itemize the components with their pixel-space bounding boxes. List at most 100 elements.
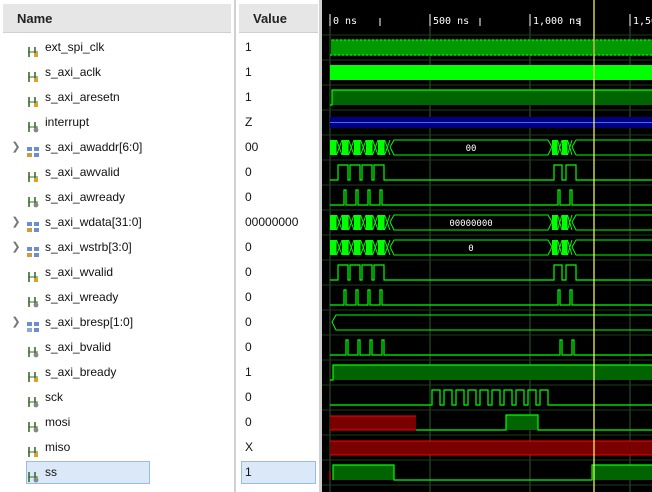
- expand-chevron-icon[interactable]: ❯: [11, 235, 21, 260]
- bus-burst: [378, 140, 385, 155]
- signal-name: mosi: [45, 415, 71, 429]
- bus-transition: [557, 214, 563, 231]
- bus-transition: [567, 239, 573, 256]
- wire-icon: [27, 67, 40, 82]
- signal-row-mosi[interactable]: mosi: [0, 410, 234, 435]
- bus-burst: [366, 215, 373, 230]
- bus-burst: [562, 140, 568, 155]
- bus-burst: [366, 240, 373, 255]
- signal-row-s_axi_awaddr[interactable]: ❯ s_axi_awaddr[6:0]: [0, 135, 234, 160]
- bus-burst: [354, 215, 361, 230]
- signal-value-row[interactable]: 0: [236, 260, 319, 285]
- signal-row-s_axi_wvalid[interactable]: s_axi_wvalid: [0, 260, 234, 285]
- signal-value-row[interactable]: 1: [236, 60, 319, 85]
- bus-segment: [571, 139, 652, 156]
- waveform-trace: [330, 389, 652, 406]
- signal-value: Z: [245, 115, 253, 129]
- signal-value-row[interactable]: 0: [236, 235, 319, 260]
- bus-icon: [27, 242, 40, 257]
- fast-clock-band: [330, 65, 652, 80]
- signal-value-row[interactable]: 1: [236, 460, 319, 485]
- signal-value-row[interactable]: 0: [236, 410, 319, 435]
- unknown-fill: [330, 441, 652, 455]
- selection-highlight: [241, 461, 316, 484]
- signal-name: s_axi_wready: [45, 290, 119, 304]
- signal-value-row[interactable]: 0: [236, 185, 319, 210]
- waveform-high-fill: [333, 465, 394, 480]
- time-tick-label: 500 ns: [433, 16, 469, 27]
- signal-row-s_axi_aclk[interactable]: s_axi_aclk: [0, 60, 234, 85]
- signal-row-s_axi_aresetn[interactable]: s_axi_aresetn: [0, 85, 234, 110]
- bus-value-label: 00: [466, 144, 477, 154]
- signal-row-s_axi_wready[interactable]: s_axi_wready: [0, 285, 234, 310]
- bus-transition: [567, 139, 573, 156]
- signal-value-row[interactable]: Z: [236, 110, 319, 135]
- expand-chevron-icon[interactable]: ❯: [11, 310, 21, 335]
- signal-value-row[interactable]: 0: [236, 160, 319, 185]
- signal-name: s_axi_wvalid: [45, 265, 114, 279]
- signal-row-s_axi_wdata[interactable]: ❯ s_axi_wdata[31:0]: [0, 210, 234, 235]
- signal-value-row[interactable]: 0: [236, 385, 319, 410]
- bus-transition: [384, 139, 391, 156]
- waveform-trace: [330, 39, 652, 56]
- signal-value-row[interactable]: 1: [236, 85, 319, 110]
- signal-row-s_axi_bvalid[interactable]: s_axi_bvalid: [0, 335, 234, 360]
- signal-row-s_axi_bready[interactable]: s_axi_bready: [0, 360, 234, 385]
- output-wire-icon: [27, 392, 40, 408]
- output-wire-icon: [27, 467, 40, 483]
- signal-row-s_axi_bresp[interactable]: ❯ s_axi_bresp[1:0]: [0, 310, 234, 335]
- signal-name: s_axi_wstrb[3:0]: [45, 240, 132, 254]
- signal-value: 0: [245, 265, 252, 279]
- waveform-trace: [330, 264, 652, 281]
- signal-name: interrupt: [45, 115, 90, 129]
- signal-name: s_axi_awaddr[6:0]: [45, 140, 143, 154]
- value-column-header[interactable]: Value: [239, 4, 318, 33]
- bus-transition: [557, 139, 563, 156]
- signal-row-ss[interactable]: ss: [0, 460, 234, 485]
- waveform-high-fill: [332, 90, 652, 105]
- bus-burst: [552, 240, 558, 255]
- signal-row-interrupt[interactable]: interrupt: [0, 110, 234, 135]
- signal-value-row[interactable]: 0: [236, 310, 319, 335]
- name-column-header[interactable]: Name: [3, 4, 231, 33]
- signal-value-row[interactable]: 0: [236, 285, 319, 310]
- signal-value: 1: [245, 465, 252, 479]
- bus-transition: [336, 214, 343, 231]
- signal-value-row[interactable]: 1: [236, 35, 319, 60]
- signal-value: 0: [245, 165, 252, 179]
- signal-row-ext_spi_clk[interactable]: ext_spi_clk: [0, 35, 234, 60]
- bus-burst: [330, 215, 337, 230]
- signal-row-s_axi_awvalid[interactable]: s_axi_awvalid: [0, 160, 234, 185]
- signal-row-s_axi_wstrb[interactable]: ❯ s_axi_wstrb[3:0]: [0, 235, 234, 260]
- bus-burst: [342, 215, 349, 230]
- bus-burst: [342, 140, 349, 155]
- signal-value: 00: [245, 140, 259, 154]
- signal-row-sck[interactable]: sck: [0, 385, 234, 410]
- expand-chevron-icon[interactable]: ❯: [11, 210, 21, 235]
- bus-burst: [378, 215, 385, 230]
- bus-transition: [336, 239, 343, 256]
- signal-value-panel: Value 1 1 1 Z 00 0 0 00000000 0 0 0 0 0 1 0 0 X 1: [236, 0, 319, 492]
- bus-burst: [378, 240, 385, 255]
- signal-value-row[interactable]: 1: [236, 360, 319, 385]
- output-wire-icon: [27, 292, 40, 308]
- time-tick-label: 1,50: [633, 16, 652, 27]
- expand-chevron-icon[interactable]: ❯: [11, 135, 21, 160]
- bus-burst: [552, 215, 558, 230]
- waveform-panel[interactable]: 0 ns500 ns1,000 ns1,5000000000000: [322, 0, 652, 492]
- waveform-trace: [330, 339, 652, 356]
- bus-transition: [557, 239, 563, 256]
- signal-value-row[interactable]: 0: [236, 335, 319, 360]
- signal-value: 0: [245, 290, 252, 304]
- bus-segment: [331, 314, 652, 331]
- waveform-high-fill: [592, 465, 652, 480]
- signal-row-s_axi_awready[interactable]: s_axi_awready: [0, 185, 234, 210]
- signal-name: sck: [45, 390, 63, 404]
- signal-value: 0: [245, 415, 252, 429]
- signal-value-row[interactable]: X: [236, 435, 319, 460]
- signal-value: 1: [245, 65, 252, 79]
- signal-row-miso[interactable]: miso: [0, 435, 234, 460]
- signal-value-row[interactable]: 00: [236, 135, 319, 160]
- unknown-fill: [330, 416, 416, 430]
- signal-value-row[interactable]: 00000000: [236, 210, 319, 235]
